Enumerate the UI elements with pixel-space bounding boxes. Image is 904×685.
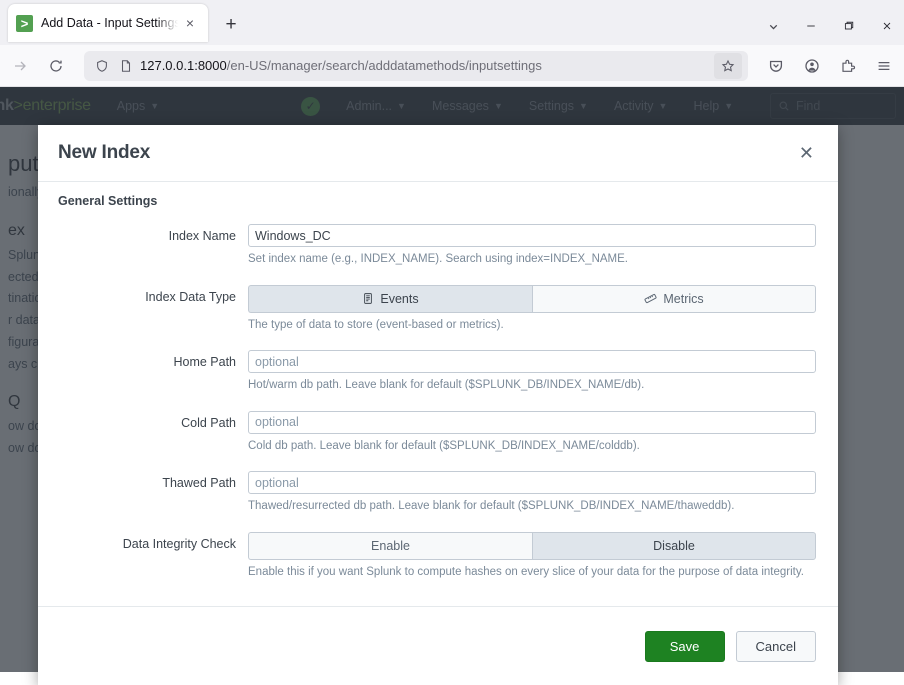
- save-button[interactable]: Save: [644, 630, 725, 662]
- index-name-input[interactable]: [248, 224, 816, 247]
- window-minimize-button[interactable]: [796, 12, 826, 40]
- close-icon[interactable]: ×: [180, 13, 200, 33]
- data-integrity-enable-label: Enable: [371, 538, 410, 553]
- form-row-data-integrity-check: Data Integrity Check Enable Disable Enab…: [58, 531, 816, 581]
- url-bar[interactable]: 127.0.0.1:8000/en-US/manager/search/addd…: [84, 50, 748, 81]
- help-cold-path: Cold db path. Leave blank for default ($…: [248, 439, 640, 452]
- index-data-type-events-button[interactable]: Events: [248, 284, 532, 313]
- url-host: 127.0.0.1:8000: [140, 58, 227, 73]
- cold-path-input[interactable]: [248, 410, 816, 434]
- arrow-forward-icon[interactable]: [4, 50, 36, 82]
- index-data-type-toggle: Events Metrics: [248, 284, 816, 313]
- data-integrity-enable-button[interactable]: Enable: [248, 531, 532, 560]
- browser-tab-bar: > Add Data - Input Settings × +: [0, 0, 904, 45]
- modal-header: New Index ✕: [38, 125, 838, 182]
- index-data-type-metrics-button[interactable]: Metrics: [532, 284, 816, 313]
- modal-footer: Save Cancel: [38, 606, 838, 685]
- section-title-general-settings: General Settings: [58, 194, 158, 208]
- data-integrity-check-toggle: Enable Disable: [248, 531, 816, 560]
- index-data-type-events-label: Events: [380, 291, 419, 306]
- tabbar-right-controls: [758, 12, 902, 40]
- label-index-data-type: Index Data Type: [145, 289, 236, 304]
- window-close-button[interactable]: [872, 12, 902, 40]
- form-row-index-name: Index Name Set index name (e.g., INDEX_N…: [58, 224, 816, 268]
- page-icon[interactable]: [114, 59, 138, 73]
- label-cold-path: Cold Path: [181, 415, 236, 430]
- home-path-input[interactable]: [248, 350, 816, 374]
- help-data-integrity-check: Enable this if you want Splunk to comput…: [248, 565, 804, 578]
- new-tab-button[interactable]: +: [217, 11, 245, 39]
- help-thawed-path: Thawed/resurrected db path. Leave blank …: [248, 500, 735, 513]
- navbar-right-icons: [756, 50, 904, 82]
- shield-icon[interactable]: [90, 59, 114, 73]
- hamburger-menu-icon[interactable]: [868, 50, 900, 82]
- data-integrity-disable-button[interactable]: Disable: [532, 531, 816, 560]
- form-row-index-data-type: Index Data Type Events Metrics The type …: [58, 284, 816, 334]
- index-data-type-metrics-label: Metrics: [663, 291, 704, 306]
- chevron-down-icon[interactable]: [758, 12, 788, 40]
- label-thawed-path: Thawed Path: [162, 476, 236, 491]
- data-integrity-disable-label: Disable: [653, 538, 695, 553]
- browser-tab-title: Add Data - Input Settings: [41, 16, 178, 30]
- metrics-icon: [644, 293, 657, 304]
- window-maximize-button[interactable]: [834, 12, 864, 40]
- label-data-integrity-check: Data Integrity Check: [122, 536, 236, 551]
- browser-tab[interactable]: > Add Data - Input Settings ×: [8, 4, 208, 42]
- cancel-button[interactable]: Cancel: [735, 630, 816, 662]
- help-index-name: Set index name (e.g., INDEX_NAME). Searc…: [248, 253, 628, 265]
- modal-title: New Index: [58, 142, 151, 163]
- help-home-path: Hot/warm db path. Leave blank for defaul…: [248, 379, 645, 392]
- url-text: 127.0.0.1:8000/en-US/manager/search/addd…: [140, 58, 714, 73]
- form-row-cold-path: Cold Path Cold db path. Leave blank for …: [58, 410, 816, 455]
- events-icon: [364, 293, 373, 304]
- thawed-path-input[interactable]: [248, 471, 816, 495]
- new-index-modal: New Index ✕ General Settings Index Name …: [38, 125, 838, 685]
- url-path: /en-US/manager/search/adddatamethods/inp…: [226, 58, 542, 73]
- account-icon[interactable]: [796, 50, 828, 82]
- help-index-data-type: The type of data to store (event-based o…: [248, 318, 504, 331]
- bookmark-star-icon[interactable]: [714, 52, 742, 79]
- save-to-pocket-icon[interactable]: [760, 50, 792, 82]
- modal-body: General Settings Index Name Set index na…: [38, 182, 838, 606]
- label-index-name: Index Name: [168, 229, 236, 243]
- reload-icon[interactable]: [40, 50, 72, 82]
- label-home-path: Home Path: [173, 355, 236, 370]
- form-row-home-path: Home Path Hot/warm db path. Leave blank …: [58, 350, 816, 394]
- browser-nav-bar: 127.0.0.1:8000/en-US/manager/search/addd…: [0, 45, 904, 87]
- close-icon[interactable]: ✕: [797, 140, 816, 166]
- splunk-favicon-icon: >: [16, 14, 33, 32]
- extensions-puzzle-icon[interactable]: [832, 50, 864, 82]
- form-row-thawed-path: Thawed Path Thawed/resurrected db path. …: [58, 471, 816, 515]
